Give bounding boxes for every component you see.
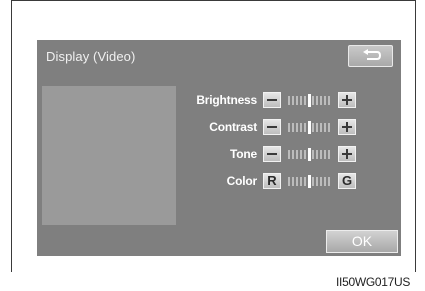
level-tick: [320, 123, 322, 132]
level-tick: [324, 150, 326, 159]
tone-increase-button[interactable]: [338, 146, 356, 162]
tone-decrease-button[interactable]: [263, 146, 281, 162]
level-tick: [304, 96, 306, 105]
tone-label: Tone: [230, 147, 257, 161]
color-red-button[interactable]: R: [263, 173, 281, 189]
frame-border-top: [11, 0, 416, 1]
level-tick: [324, 177, 326, 186]
tone-level-scale[interactable]: [286, 147, 334, 161]
level-tick: [288, 123, 290, 132]
brightness-label: Brightness: [196, 93, 257, 107]
level-tick: [312, 177, 314, 186]
frame-border-left: [11, 0, 12, 272]
level-tick: [316, 96, 318, 105]
level-tick: [320, 150, 322, 159]
level-tick: [312, 96, 314, 105]
contrast-decrease-button[interactable]: [263, 119, 281, 135]
level-tick: [300, 177, 302, 186]
color-label: Color: [226, 174, 258, 188]
level-tick: [304, 123, 306, 132]
ok-button[interactable]: OK: [326, 230, 398, 253]
level-indicator: [308, 94, 311, 107]
level-tick: [316, 150, 318, 159]
level-tick: [288, 96, 290, 105]
brightness-level-scale[interactable]: [286, 93, 334, 107]
level-tick: [296, 123, 298, 132]
level-tick: [328, 96, 330, 105]
contrast-increase-button[interactable]: [338, 119, 356, 135]
level-tick: [296, 96, 298, 105]
level-tick: [328, 177, 330, 186]
brightness-increase-button[interactable]: [338, 92, 356, 108]
level-tick: [312, 150, 314, 159]
level-tick: [292, 150, 294, 159]
level-tick: [300, 96, 302, 105]
level-tick: [292, 96, 294, 105]
image-code: II50WG017US: [336, 275, 411, 289]
screen-title: Display (Video): [46, 49, 136, 64]
back-button[interactable]: [348, 45, 393, 67]
frame-border-right: [415, 0, 416, 272]
level-tick: [292, 123, 294, 132]
level-tick: [320, 177, 322, 186]
level-tick: [328, 123, 330, 132]
level-tick: [324, 123, 326, 132]
level-indicator: [308, 175, 311, 188]
level-tick: [316, 123, 318, 132]
level-tick: [296, 150, 298, 159]
contrast-label: Contrast: [209, 120, 257, 134]
level-tick: [288, 177, 290, 186]
level-tick: [304, 177, 306, 186]
level-tick: [328, 150, 330, 159]
level-tick: [300, 123, 302, 132]
color-green-button[interactable]: G: [338, 173, 356, 189]
level-tick: [300, 150, 302, 159]
level-tick: [320, 96, 322, 105]
level-tick: [304, 150, 306, 159]
level-tick: [324, 96, 326, 105]
level-indicator: [308, 148, 311, 161]
brightness-decrease-button[interactable]: [263, 92, 281, 108]
color-level-scale[interactable]: [286, 174, 334, 188]
display-video-screen: Display (Video) Brightness Contrast Tone…: [37, 40, 401, 256]
page: Display (Video) Brightness Contrast Tone…: [0, 0, 425, 291]
level-tick: [296, 177, 298, 186]
level-tick: [316, 177, 318, 186]
level-indicator: [308, 121, 311, 134]
level-tick: [292, 177, 294, 186]
return-arrow-icon: [363, 49, 382, 60]
level-tick: [288, 150, 290, 159]
level-tick: [312, 123, 314, 132]
contrast-level-scale[interactable]: [286, 120, 334, 134]
